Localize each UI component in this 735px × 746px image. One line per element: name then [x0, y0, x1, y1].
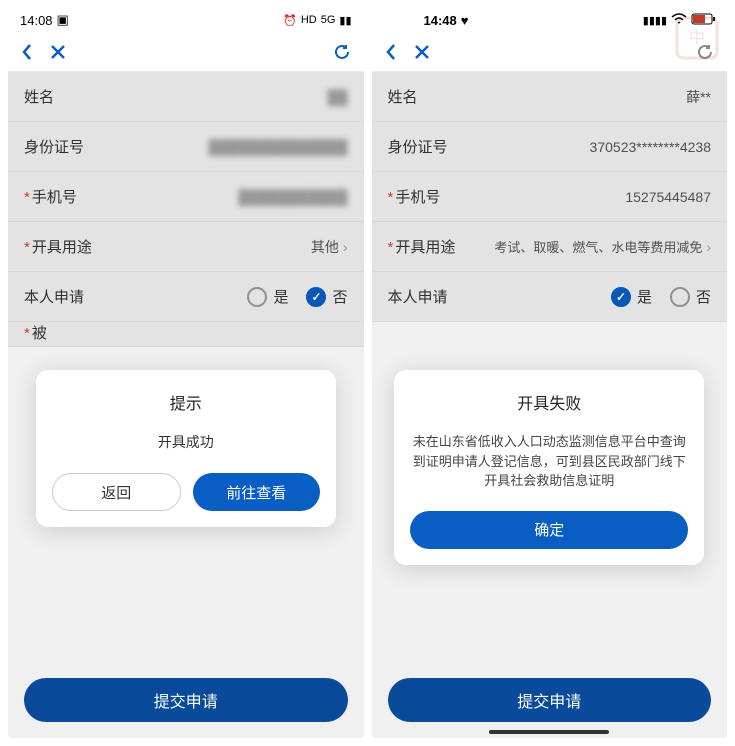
- phone-screenshot-right: 中 14:48 ♥ ▮▮▮▮ 姓名 薛**: [372, 8, 728, 738]
- value-phone: ███████████: [238, 189, 347, 205]
- phone-screenshot-left: 14:08 ▣ ⏰HD5G▮▮ 姓名 ██ 身份证号 █████████████…: [8, 8, 364, 738]
- watermark-icon: 中: [667, 8, 727, 68]
- dialog-success: 提示 开具成功 返回 前往查看: [36, 370, 336, 527]
- nav-bar: [8, 32, 364, 72]
- form-area: 姓名 薛** 身份证号 370523********4238 *手机号 1527…: [372, 72, 728, 322]
- view-button[interactable]: 前往查看: [193, 473, 320, 511]
- svg-text:中: 中: [689, 29, 705, 47]
- signal-icon: ▮▮▮▮: [643, 14, 667, 27]
- ok-button[interactable]: 确定: [410, 511, 688, 549]
- close-icon[interactable]: [414, 44, 430, 60]
- close-icon[interactable]: [50, 44, 66, 60]
- status-indicators: ⏰HD5G▮▮: [283, 14, 351, 27]
- modal-overlay: [8, 72, 364, 347]
- back-button[interactable]: 返回: [52, 473, 181, 511]
- submit-button[interactable]: 提交申请: [388, 678, 712, 722]
- modal-overlay: [372, 72, 728, 322]
- gallery-icon: ▣: [57, 12, 69, 28]
- heart-icon: ♥: [461, 13, 469, 28]
- status-bar: 14:08 ▣ ⏰HD5G▮▮: [8, 8, 364, 32]
- back-icon[interactable]: [384, 42, 398, 62]
- submit-button[interactable]: 提交申请: [24, 678, 348, 722]
- value-id: ██████████████: [209, 139, 348, 155]
- dialog-body: 开具成功: [52, 432, 320, 453]
- dialog-title: 开具失败: [410, 390, 688, 414]
- status-time: 14:08: [20, 13, 53, 28]
- back-icon[interactable]: [20, 42, 34, 62]
- dialog-failure: 开具失败 未在山东省低收入人口动态监测信息平台中查询到证明申请人登记信息，可到县…: [394, 370, 704, 565]
- status-time: 14:48: [424, 13, 457, 28]
- dialog-body: 未在山东省低收入人口动态监测信息平台中查询到证明申请人登记信息，可到县区民政部门…: [410, 432, 688, 491]
- dialog-title: 提示: [52, 390, 320, 414]
- home-indicator: [489, 730, 609, 734]
- refresh-icon[interactable]: [332, 42, 352, 62]
- value-name: ██: [328, 89, 348, 105]
- form-area: 姓名 ██ 身份证号 ██████████████ *手机号 █████████…: [8, 72, 364, 347]
